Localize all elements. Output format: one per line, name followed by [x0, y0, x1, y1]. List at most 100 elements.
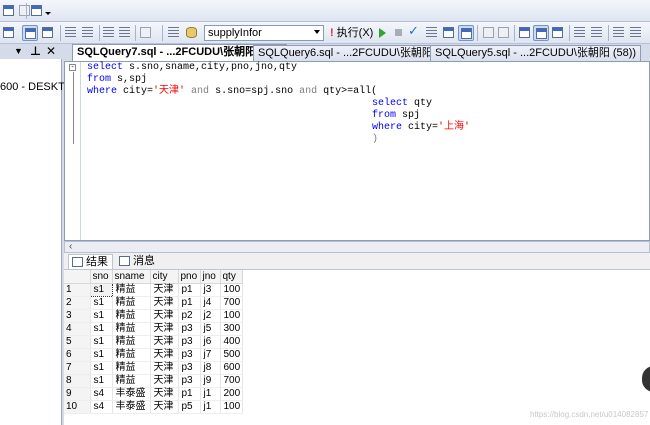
table-row[interactable]: 1 s1 精益 天津 p1 j3 100	[64, 282, 243, 297]
increase-indent-button[interactable]	[628, 25, 644, 41]
cell-jno[interactable]: j8	[200, 361, 221, 375]
cell-jno[interactable]: j4	[200, 296, 221, 310]
connect-button[interactable]	[1, 25, 17, 41]
cell-pno[interactable]: p2	[178, 309, 201, 323]
column-header-sno[interactable]: sno	[90, 270, 113, 284]
parse-check-icon[interactable]: ✓	[408, 23, 419, 39]
cell-qty[interactable]: 200	[220, 387, 243, 401]
cell-qty[interactable]: 400	[220, 335, 243, 349]
cell-sno[interactable]: s1	[90, 335, 113, 349]
tab-results[interactable]: 结果	[68, 254, 113, 269]
new-query-button[interactable]	[29, 3, 45, 19]
text-results-button[interactable]	[517, 25, 533, 41]
cell-sno[interactable]: s1	[90, 322, 113, 336]
row-number[interactable]: 8	[64, 374, 91, 388]
table-row[interactable]: 5 s1 精益 天津 p3 j6 400	[64, 335, 243, 349]
cell-sname[interactable]: 精益	[112, 296, 151, 310]
cell-sname[interactable]: 精益	[112, 309, 151, 323]
uncomment-button[interactable]	[80, 25, 96, 41]
pin-icon[interactable]: ⊥	[30, 44, 41, 58]
include-plan-button[interactable]	[481, 25, 497, 41]
cell-city[interactable]: 天津	[150, 374, 179, 388]
cell-city[interactable]: 天津	[150, 283, 179, 297]
cell-sname[interactable]: 精益	[112, 348, 151, 362]
cell-jno[interactable]: j7	[200, 348, 221, 362]
cell-sno[interactable]: s1	[90, 374, 113, 388]
cell-pno[interactable]: p1	[178, 387, 201, 401]
cell-city[interactable]: 天津	[150, 400, 179, 414]
cell-sno[interactable]: s1	[90, 361, 113, 375]
cell-jno[interactable]: j1	[200, 387, 221, 401]
column-header-sname[interactable]: sname	[112, 270, 151, 284]
tab-sqlquery5[interactable]: SQLQuery5.sql - ...2FCUDU\张朝阳 (58))	[430, 45, 642, 61]
table-row[interactable]: 3 s1 精益 天津 p2 j2 100	[64, 309, 243, 323]
cell-city[interactable]: 天津	[150, 361, 179, 375]
specify-values-button[interactable]	[138, 25, 158, 41]
cell-jno[interactable]: j2	[200, 309, 221, 323]
comment-button[interactable]	[63, 25, 79, 41]
cell-sno[interactable]: s1	[89, 282, 113, 297]
chevron-left-icon[interactable]: ‹	[69, 242, 72, 252]
cell-sname[interactable]: 精益	[112, 322, 151, 336]
cell-city[interactable]: 天津	[150, 322, 179, 336]
cell-sno[interactable]: s1	[90, 296, 113, 310]
cell-jno[interactable]: j9	[200, 374, 221, 388]
table-row[interactable]: 6 s1 精益 天津 p3 j7 500	[64, 348, 243, 362]
execute-button[interactable]: ! 执行(X)	[330, 25, 373, 41]
cell-city[interactable]: 天津	[150, 387, 179, 401]
row-number[interactable]: 2	[64, 296, 91, 310]
cell-pno[interactable]: p3	[178, 361, 201, 375]
editor-horizontal-scrollbar[interactable]: ‹	[64, 241, 650, 253]
dropdown-arrow-icon[interactable]: ▼	[14, 44, 23, 58]
table-row[interactable]: 4 s1 精益 天津 p3 j5 300	[64, 322, 243, 336]
collapse-minus-icon[interactable]: -	[69, 64, 76, 71]
table-row[interactable]: 2 s1 精益 天津 p1 j4 700	[64, 296, 243, 310]
row-number[interactable]: 7	[64, 361, 91, 375]
cell-qty[interactable]: 600	[220, 361, 243, 375]
row-number[interactable]: 4	[64, 322, 91, 336]
sql-editor[interactable]: - select s.sno,sname,city,pno,jno,qty fr…	[64, 61, 650, 241]
cell-qty[interactable]: 700	[220, 374, 243, 388]
row-number[interactable]: 6	[64, 348, 91, 362]
client-stats-button[interactable]	[496, 25, 512, 41]
cell-qty[interactable]: 700	[220, 296, 243, 310]
cell-city[interactable]: 天津	[150, 348, 179, 362]
cell-sname[interactable]: 精益	[112, 283, 151, 297]
row-number[interactable]: 3	[64, 309, 91, 323]
cell-qty[interactable]: 100	[220, 309, 243, 323]
debug-play-icon[interactable]	[379, 28, 386, 38]
table-row[interactable]: 7 s1 精益 天津 p3 j8 600	[64, 361, 243, 375]
decrease-indent-button[interactable]	[611, 25, 627, 41]
cell-city[interactable]: 天津	[150, 296, 179, 310]
file-results-button[interactable]	[550, 25, 566, 41]
cell-qty[interactable]: 300	[220, 322, 243, 336]
outdent-button[interactable]	[117, 25, 133, 41]
dropdown-button[interactable]	[44, 3, 52, 19]
results-to-grid-button[interactable]	[40, 25, 56, 41]
column-header-pno[interactable]: pno	[178, 270, 201, 284]
available-db-button[interactable]	[184, 25, 200, 41]
cell-sname[interactable]: 丰泰盛	[112, 400, 151, 414]
row-number[interactable]: 9	[64, 387, 91, 401]
cell-qty[interactable]: 100	[220, 400, 243, 414]
query-options-button[interactable]	[166, 25, 182, 41]
column-header-jno[interactable]: jno	[200, 270, 221, 284]
cell-pno[interactable]: p3	[178, 335, 201, 349]
cell-sno[interactable]: s4	[90, 400, 113, 414]
tab-messages[interactable]: 消息	[116, 254, 155, 269]
cell-pno[interactable]: p3	[178, 348, 201, 362]
cell-sno[interactable]: s4	[90, 387, 113, 401]
row-number[interactable]: 10	[64, 400, 91, 414]
close-icon[interactable]: ✕	[46, 44, 56, 58]
cell-city[interactable]: 天津	[150, 309, 179, 323]
cell-sno[interactable]: s1	[90, 348, 113, 362]
uncomment-selection-button[interactable]	[589, 25, 605, 41]
cell-sname[interactable]: 丰泰盛	[112, 387, 151, 401]
grid-results-button[interactable]	[533, 25, 549, 41]
cell-sname[interactable]: 精益	[112, 335, 151, 349]
column-header-city[interactable]: city	[150, 270, 179, 284]
cell-jno[interactable]: j5	[200, 322, 221, 336]
cell-sname[interactable]: 精益	[112, 374, 151, 388]
indent-button[interactable]	[101, 25, 117, 41]
cell-pno[interactable]: p3	[178, 322, 201, 336]
